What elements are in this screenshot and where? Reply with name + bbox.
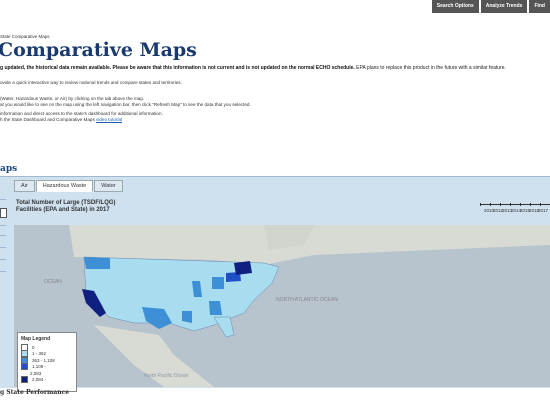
notice-rest: EPA plans to replace this product in the… [354, 65, 506, 71]
section-title: aps [0, 164, 18, 174]
sidebar-divider [0, 199, 6, 200]
notice-text: g updated, the historical data remain av… [0, 65, 506, 71]
video-tutorial-link[interactable]: video tutorial [96, 117, 122, 122]
search-options-button[interactable]: Search Options [431, 0, 479, 13]
legend-swatch [21, 363, 28, 371]
state-ohio [212, 277, 224, 289]
legend-label: 1 - 362 [32, 351, 47, 357]
legend-item: 2,084 - [18, 376, 76, 384]
year-slider[interactable]: 2010 2012 2013 2014 2015 2016 2017 [478, 202, 550, 215]
map-title: Total Number of Large (TSDF/LQG) Facilit… [16, 200, 116, 214]
sidebar-divider [0, 247, 6, 248]
state-washington [84, 257, 110, 269]
map-legend: Map Legend 0 1 - 362 363 - 1,108 1,109 -… [17, 332, 77, 392]
sidebar-divider [0, 259, 6, 260]
year-tick [490, 203, 491, 206]
sidebar-toggle-button[interactable] [0, 208, 7, 218]
instruction-line-4-text: h the State Dashboard and Comparative Ma… [0, 117, 97, 122]
state-georgia [209, 301, 222, 315]
year-tick [520, 203, 521, 206]
bottom-section-title: g State Performance [0, 389, 70, 396]
us-map[interactable]: OCEAN NORTH ATLANTIC OCEAN North Pacific… [14, 225, 550, 387]
state-louisiana [182, 311, 192, 323]
intro-paragraph: ovide a quick interactive way to review … [0, 80, 182, 85]
year-tick [510, 203, 511, 206]
instruction-line-3: information and direct access to the sta… [0, 111, 163, 116]
analyze-trends-button[interactable]: Analyze Trends [480, 0, 528, 13]
legend-title: Map Legend [21, 336, 51, 342]
legend-swatch [21, 376, 28, 384]
year-tick [500, 203, 501, 206]
atlantic-ocean-label: NORTH ATLANTIC OCEAN [276, 297, 338, 303]
map-title-line-1: Total Number of Large (TSDF/LQG) [16, 200, 116, 206]
pacific-ocean-label: OCEAN [44, 279, 62, 285]
legend-label: 363 - 1,108 [32, 357, 55, 363]
year-label: 2017 [538, 208, 549, 213]
find-button[interactable]: Find [529, 0, 550, 13]
tab-hazardous-waste[interactable]: Hazardous Waste [35, 180, 94, 192]
top-navigation: Search Options Analyze Trends Find [430, 0, 550, 13]
map-title-line-2: Facilities (EPA and State) in 2017 [16, 207, 110, 213]
tab-water[interactable]: Water [94, 180, 123, 192]
legend-label: 1,109 - [32, 364, 47, 370]
notice-bold: g updated, the historical data remain av… [0, 65, 355, 71]
instruction-line-1: (Water, Hazardous Waste, or Air) by clic… [0, 96, 145, 101]
year-tick [540, 203, 541, 206]
state-new-york [234, 261, 252, 275]
legend-swatch-spacer [21, 371, 26, 376]
legend-label: 2,084 - [32, 377, 47, 383]
legend-label: 0 [32, 344, 35, 350]
media-tabs: Air Hazardous Waste Water [14, 180, 124, 192]
sidebar-divider [0, 235, 6, 236]
legend-label: 2,083 [30, 370, 42, 376]
instruction-line-4: h the State Dashboard and Comparative Ma… [0, 117, 122, 122]
year-tick [530, 203, 531, 206]
instruction-line-2: at you would like to see on the map usin… [0, 102, 251, 107]
page-title: Comparative Maps [0, 39, 197, 61]
state-florida [213, 316, 235, 338]
map-canvas: OCEAN NORTH ATLANTIC OCEAN North Pacific… [44, 225, 550, 387]
year-tick [480, 203, 481, 206]
north-pacific-ocean-label: North Pacific Ocean [144, 373, 189, 379]
sidebar-divider [0, 271, 6, 272]
tab-air[interactable]: Air [14, 180, 35, 192]
sidebar-divider [0, 225, 6, 226]
